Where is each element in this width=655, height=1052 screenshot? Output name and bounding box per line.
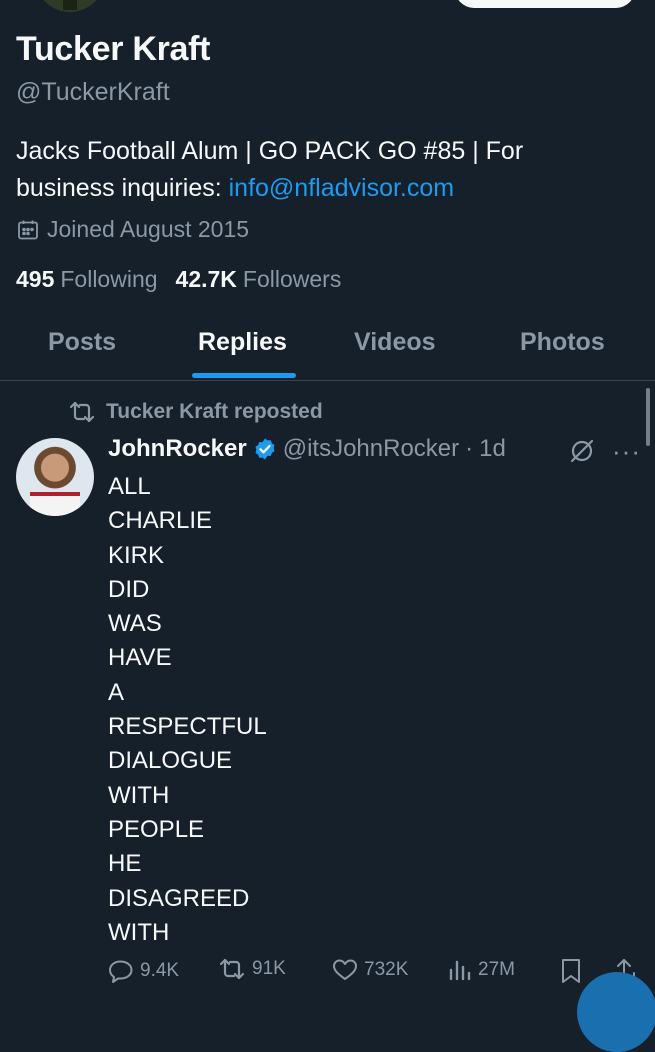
post-text-line: PEOPLE [108, 815, 205, 843]
retweet-icon [218, 958, 246, 980]
profile-name: Tucker Kraft [16, 30, 211, 68]
repost-count: 91K [252, 958, 286, 979]
post-text: ALL CHARLIE KIRK DID WAS HAVE A RESPECTFUL DIALO… [108, 470, 628, 950]
repost-button[interactable]: 91K [218, 958, 286, 980]
bookmark-icon [560, 958, 582, 984]
bio-line-1: Jacks Football Alum | GO PACK GO #85 | F… [16, 137, 524, 165]
repost-icon [68, 401, 96, 423]
post-text-line: DID [108, 575, 150, 603]
tab-posts[interactable]: Posts [48, 328, 116, 357]
views-count: 27M [478, 959, 515, 980]
more-options-icon[interactable]: ··· [612, 436, 641, 467]
post-text-line: HAVE [108, 644, 172, 672]
views-icon [448, 958, 472, 982]
followers-label: Followers [242, 266, 342, 292]
author-handle[interactable]: @itsJohnRocker [283, 435, 459, 463]
joined-text: Joined August 2015 [47, 216, 250, 242]
bio-line-2: business inquiries: info@nfladvisor.com [16, 170, 616, 207]
followers-count: 42.7K [175, 266, 237, 292]
post-text-line: KIRK [108, 541, 165, 569]
heart-icon [332, 958, 358, 982]
author-avatar[interactable] [16, 438, 94, 516]
reply-button[interactable]: 9.4K [108, 958, 179, 984]
reply-icon [108, 958, 134, 984]
profile-avatar[interactable] [35, 0, 105, 12]
author-name[interactable]: JohnRocker [108, 435, 247, 463]
like-count: 732K [364, 959, 409, 980]
post-text-line: HE [108, 850, 142, 878]
post-header: JohnRocker @itsJohnRocker · 1d [108, 435, 506, 463]
joined-date: Joined August 2015 [16, 216, 249, 243]
bookmark-button[interactable] [560, 958, 582, 984]
post-text-line: CHARLIE [108, 507, 213, 535]
compose-fab-button[interactable] [577, 972, 655, 1052]
following-count: 495 [16, 266, 55, 292]
post-text-line: DISAGREED [108, 884, 250, 912]
post-time[interactable]: 1d [479, 435, 506, 463]
grok-icon[interactable] [568, 437, 596, 465]
repost-label[interactable]: Tucker Kraft reposted [106, 400, 323, 424]
post-text-line: A [108, 678, 125, 706]
post-text-line: WITH [108, 918, 170, 946]
following-link[interactable]: 495 Following [16, 266, 158, 293]
repost-indicator: Tucker Kraft reposted [68, 400, 323, 424]
scrollbar[interactable] [646, 388, 650, 446]
post-text-line: RESPECTFUL [108, 713, 267, 741]
post-text-line: DIALOGUE [108, 747, 233, 775]
profile-handle: @TuckerKraft [16, 78, 170, 106]
profile-tabs: Posts Replies Videos Photos [0, 320, 655, 381]
tab-photos[interactable]: Photos [520, 328, 605, 357]
profile-bio: Jacks Football Alum | GO PACK GO #85 | F… [16, 133, 616, 207]
tab-videos[interactable]: Videos [354, 328, 436, 357]
calendar-icon [16, 218, 40, 242]
active-tab-indicator [192, 373, 296, 378]
following-label: Following [60, 266, 158, 292]
bio-email-link[interactable]: info@nfladvisor.com [229, 174, 454, 202]
like-button[interactable]: 732K [332, 958, 408, 982]
reply-count: 9.4K [140, 960, 180, 981]
header-separator: · [465, 435, 474, 462]
follow-stats: 495 Following 42.7K Followers [16, 266, 341, 293]
bio-prefix: business inquiries: [16, 174, 229, 202]
verified-badge-icon [253, 437, 277, 461]
profile-action-button[interactable] [455, 0, 635, 8]
tab-replies[interactable]: Replies [198, 328, 287, 357]
post-text-line: WAS [108, 610, 162, 638]
post-text-line: ALL [108, 473, 151, 500]
views-button[interactable]: 27M [448, 958, 515, 982]
followers-link[interactable]: 42.7K Followers [176, 266, 342, 293]
post-text-line: WITH [108, 781, 170, 809]
